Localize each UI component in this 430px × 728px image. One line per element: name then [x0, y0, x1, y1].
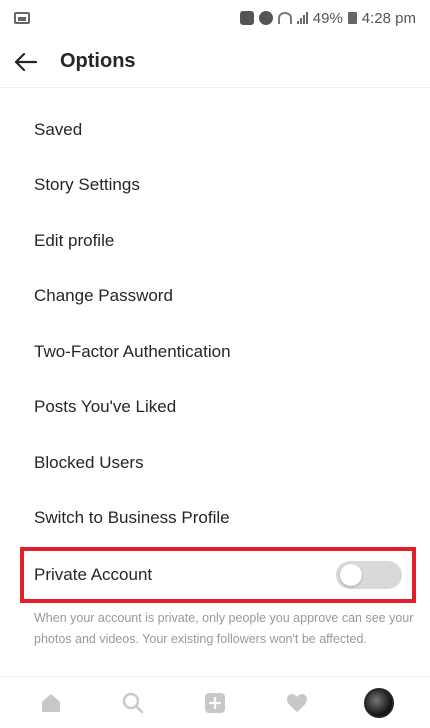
bottom-nav — [0, 676, 430, 728]
profile-avatar — [364, 687, 394, 718]
menu-item-saved[interactable]: Saved — [0, 102, 430, 158]
private-account-toggle[interactable] — [336, 561, 402, 589]
wifi-icon — [277, 12, 292, 24]
menu-item-change-password[interactable]: Change Password — [0, 269, 430, 325]
home-icon — [42, 693, 60, 712]
menu-item-blocked-users[interactable]: Blocked Users — [0, 435, 430, 491]
menu-item-label: Story Settings — [34, 175, 140, 195]
status-right: 49% 4:28 pm — [239, 9, 416, 27]
back-button[interactable] — [0, 36, 52, 88]
menu-item-label: Saved — [34, 119, 83, 139]
search-icon — [122, 692, 144, 713]
menu-item-label: Edit profile — [34, 230, 115, 250]
menu-item-label: Change Password — [34, 286, 173, 306]
nav-search-button[interactable] — [113, 683, 153, 723]
options-screen: 49% 4:28 pm Options Saved Story Settings… — [0, 0, 430, 728]
nav-home-button[interactable] — [31, 683, 71, 723]
menu-item-label: Posts You've Liked — [34, 397, 177, 417]
menu-item-label: Blocked Users — [34, 452, 144, 472]
menu-item-label: Switch to Business Profile — [34, 508, 230, 528]
image-icon — [14, 12, 30, 24]
private-account-description: When your account is private, only peopl… — [34, 611, 414, 646]
menu-item-story-settings[interactable]: Story Settings — [0, 158, 430, 214]
nav-add-post-button[interactable] — [195, 683, 235, 723]
lock-icon — [239, 11, 254, 25]
clock: 4:28 pm — [361, 9, 416, 27]
page-title: Options — [60, 50, 136, 72]
private-account-row[interactable]: Private Account — [20, 547, 416, 603]
toggle-knob — [340, 564, 362, 586]
options-list: Saved Story Settings Edit profile Change… — [0, 102, 430, 546]
menu-item-two-factor[interactable]: Two-Factor Authentication — [0, 324, 430, 380]
battery-icon — [347, 12, 357, 24]
signal-icon — [296, 12, 308, 24]
status-bar: 49% 4:28 pm — [0, 0, 430, 36]
menu-item-label: Two-Factor Authentication — [34, 341, 231, 361]
header-bar: Options — [0, 36, 430, 88]
nav-activity-button[interactable] — [277, 683, 317, 723]
alarm-icon — [258, 11, 273, 25]
menu-item-edit-profile[interactable]: Edit profile — [0, 213, 430, 269]
private-account-label: Private Account — [34, 565, 153, 584]
activity-heart-icon — [287, 693, 307, 712]
menu-item-posts-liked[interactable]: Posts You've Liked — [0, 380, 430, 436]
battery-percent: 49% — [312, 9, 343, 27]
back-arrow-icon — [15, 52, 37, 71]
add-post-icon — [205, 692, 225, 713]
nav-profile-button[interactable] — [359, 683, 399, 723]
menu-item-business-profile[interactable]: Switch to Business Profile — [0, 491, 430, 547]
